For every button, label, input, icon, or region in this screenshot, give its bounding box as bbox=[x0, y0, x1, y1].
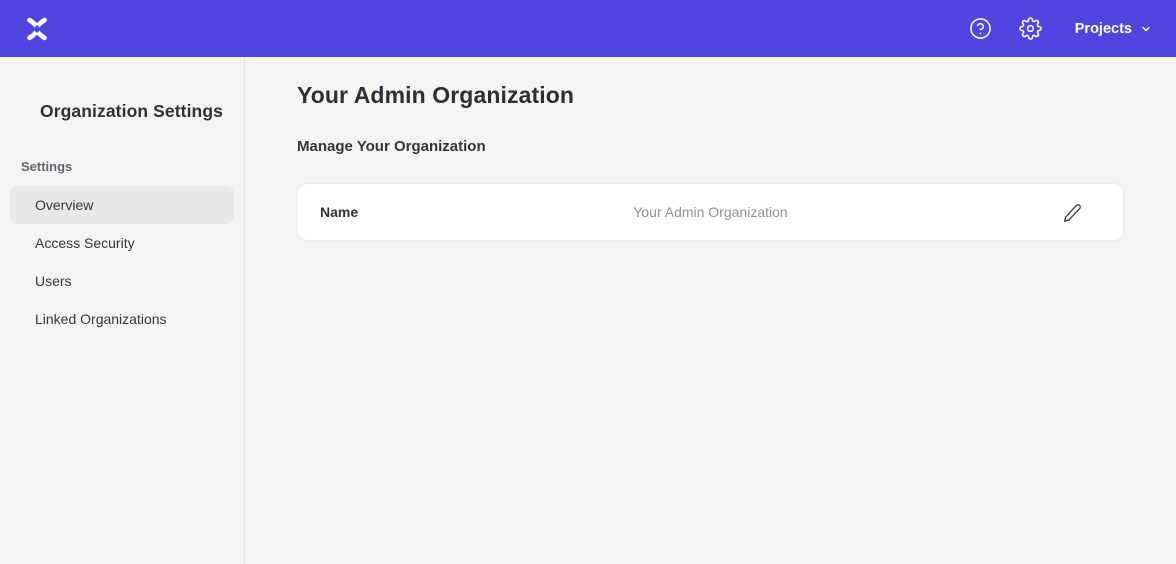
edit-name-button[interactable] bbox=[1061, 201, 1083, 223]
sidebar-section-label: Settings bbox=[21, 159, 244, 175]
sidebar-item-access-security[interactable]: Access Security bbox=[10, 224, 234, 262]
settings-button[interactable] bbox=[1019, 17, 1043, 41]
organization-name-value: Your Admin Organization bbox=[633, 204, 787, 220]
gear-icon bbox=[1019, 17, 1042, 40]
projects-dropdown[interactable]: Projects bbox=[1075, 21, 1152, 37]
help-button[interactable] bbox=[969, 17, 993, 41]
projects-dropdown-label: Projects bbox=[1075, 21, 1132, 37]
sidebar: Organization Settings Settings Overview … bbox=[0, 57, 245, 564]
top-nav-actions: Projects bbox=[969, 17, 1152, 41]
pencil-icon bbox=[1063, 203, 1082, 222]
help-circle-icon bbox=[969, 17, 992, 40]
page-body: Organization Settings Settings Overview … bbox=[0, 57, 1176, 564]
top-nav-bar: Projects bbox=[0, 0, 1176, 57]
page-title: Your Admin Organization bbox=[297, 79, 1124, 111]
organization-name-card: Name Your Admin Organization bbox=[297, 183, 1124, 241]
sidebar-item-users[interactable]: Users bbox=[10, 262, 234, 300]
sidebar-item-overview[interactable]: Overview bbox=[10, 186, 234, 224]
sidebar-menu: Overview Access Security Users Linked Or… bbox=[10, 186, 234, 338]
sidebar-item-linked-organizations[interactable]: Linked Organizations bbox=[10, 300, 234, 338]
manage-organization-heading: Manage Your Organization bbox=[297, 137, 1124, 157]
sidebar-title: Organization Settings bbox=[40, 99, 244, 123]
app-window: Projects Organization Settings Settings … bbox=[0, 0, 1176, 564]
mixpanel-x-logo-icon[interactable] bbox=[20, 12, 54, 46]
name-label: Name bbox=[320, 204, 358, 220]
main-content: Your Admin Organization Manage Your Orga… bbox=[245, 57, 1176, 564]
chevron-down-icon bbox=[1140, 23, 1152, 35]
